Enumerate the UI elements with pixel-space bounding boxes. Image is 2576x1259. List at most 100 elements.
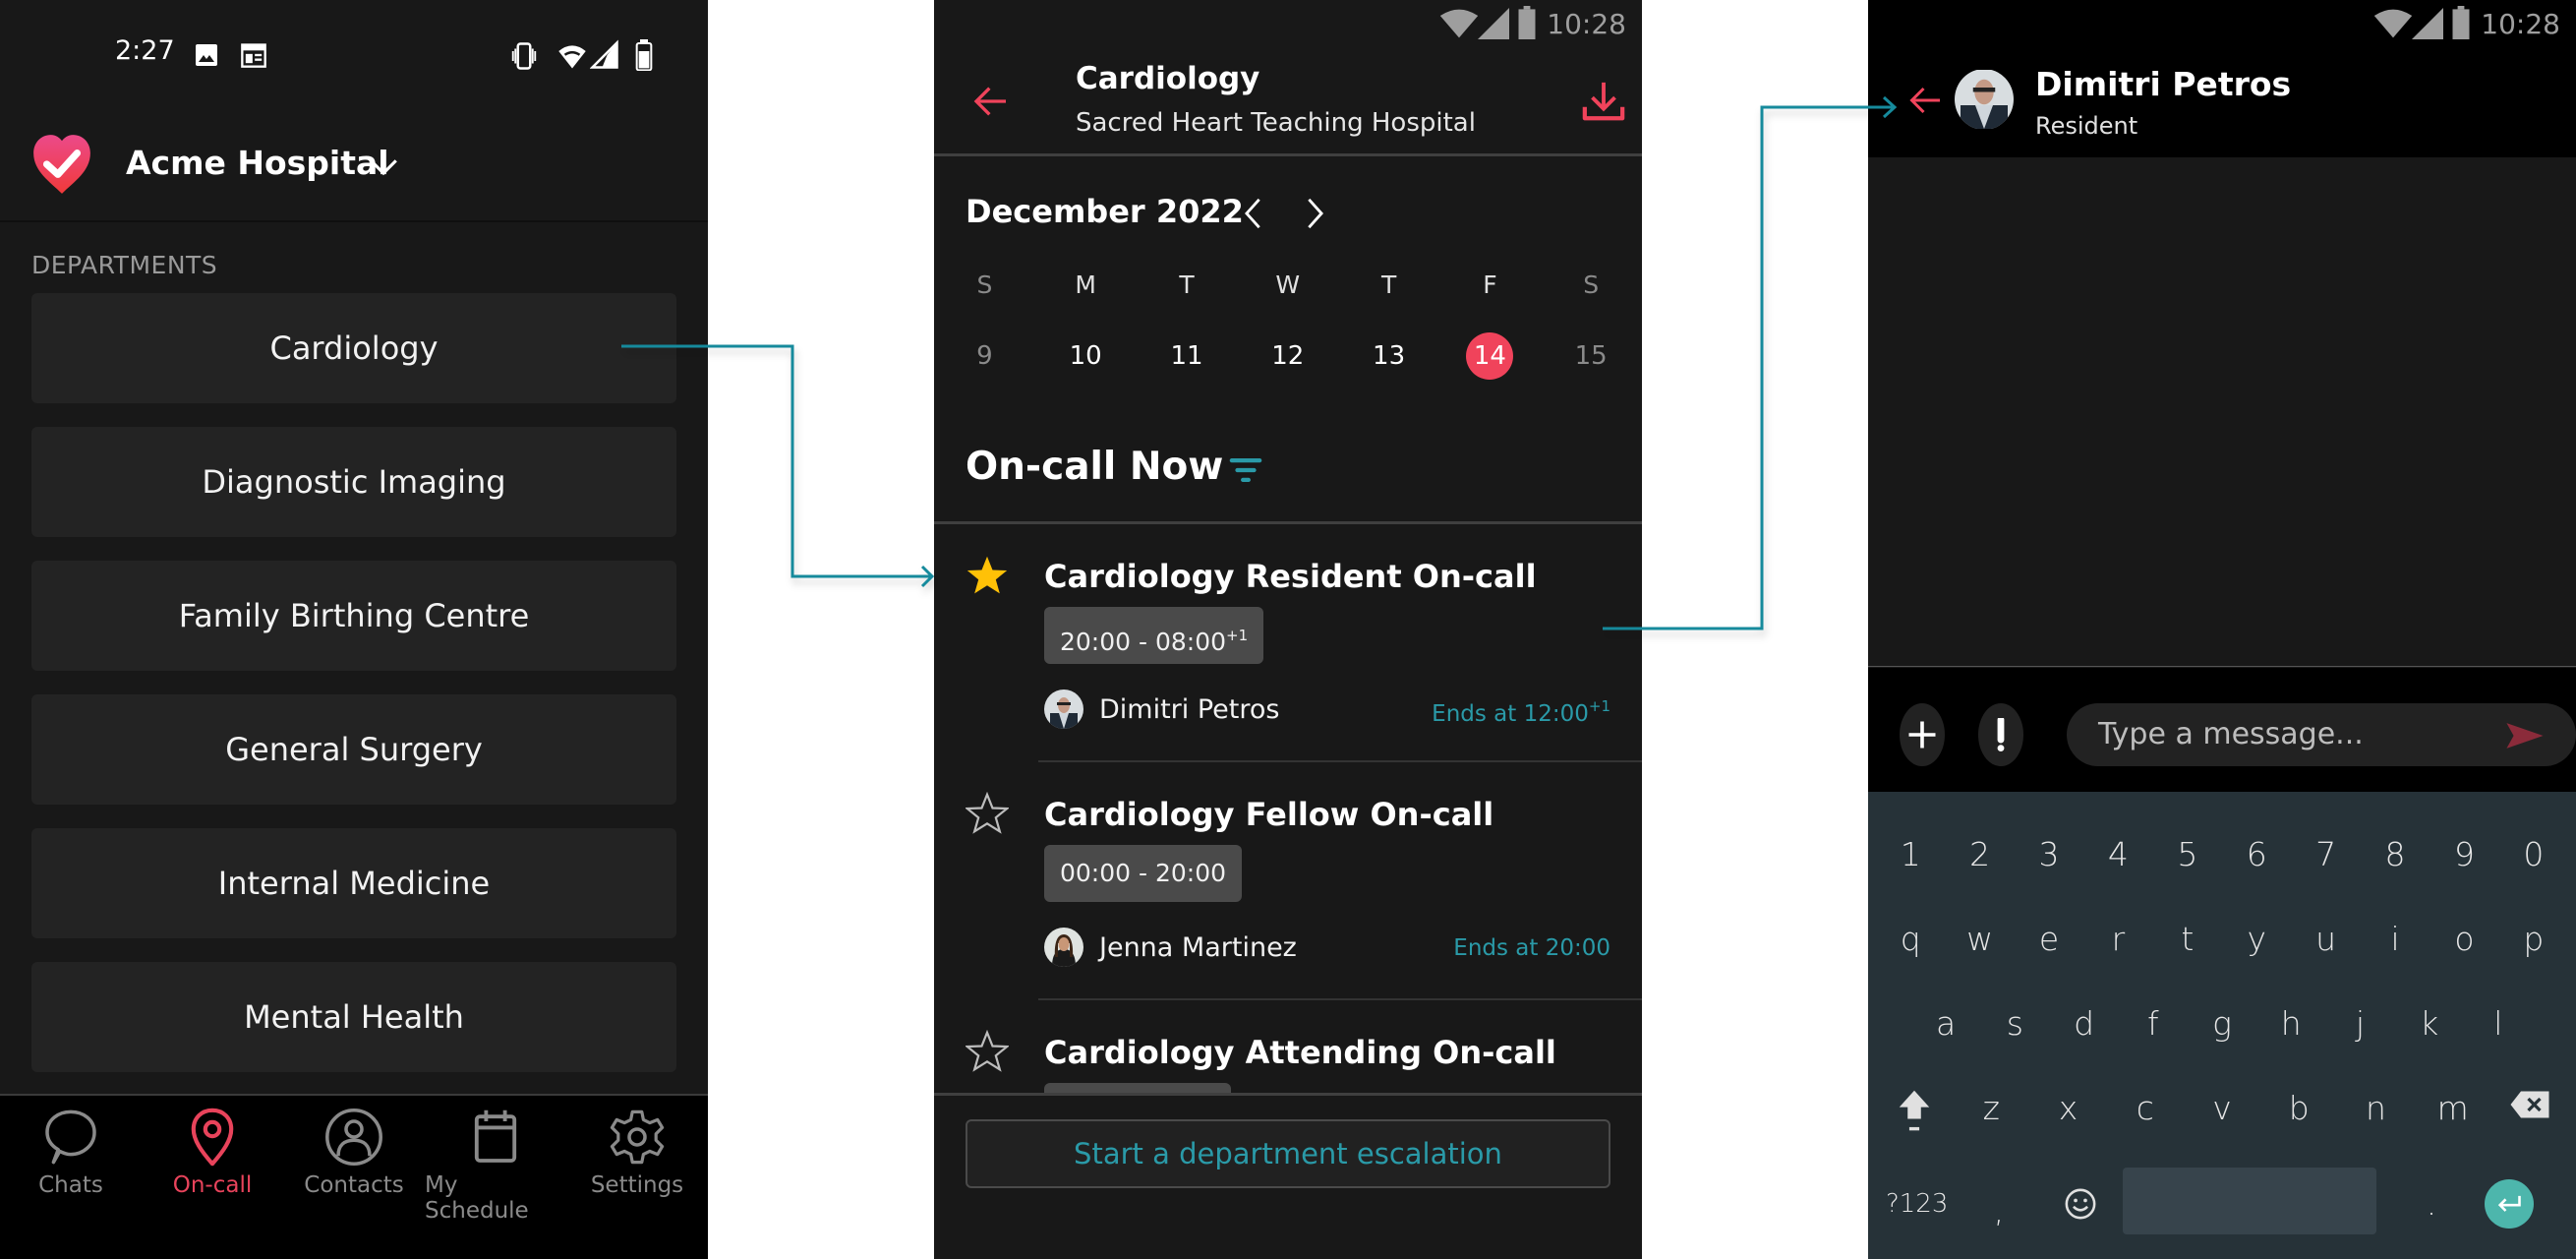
key-7[interactable]: 7 [2291, 835, 2360, 873]
key-3[interactable]: 3 [2015, 835, 2083, 873]
key-s[interactable]: s [1980, 1004, 2049, 1043]
battery-icon [635, 39, 653, 71]
key-o[interactable]: o [2430, 920, 2498, 958]
send-icon[interactable] [2505, 721, 2545, 750]
key-w[interactable]: w [1945, 920, 2014, 958]
departments-list: Cardiology Diagnostic Imaging Family Bir… [31, 293, 676, 1096]
key-0[interactable]: 0 [2499, 835, 2568, 873]
department-item-family-birthing-centre[interactable]: Family Birthing Centre [31, 561, 676, 671]
nav-item-settings[interactable]: Settings [566, 1096, 708, 1259]
nav-item-on-call[interactable]: On-call [142, 1096, 283, 1259]
shift-key[interactable] [1876, 1089, 1953, 1140]
key-p[interactable]: p [2499, 920, 2568, 958]
key-m[interactable]: m [2415, 1089, 2491, 1140]
calendar-date[interactable]: 12 [1237, 332, 1338, 380]
oncall-person[interactable]: Dimitri Petros [1044, 688, 1279, 731]
message-area [1868, 157, 2576, 667]
key-9[interactable]: 9 [2430, 835, 2498, 873]
key-v[interactable]: v [2184, 1089, 2260, 1140]
urgent-button[interactable] [1978, 703, 2023, 766]
calendar-date[interactable]: 15 [1541, 332, 1642, 380]
calendar-date[interactable]: 13 [1338, 332, 1439, 380]
oncall-role-row[interactable]: Cardiology Resident On-call 20:00 - 08:0… [934, 524, 1642, 762]
key-l[interactable]: l [2464, 1004, 2533, 1043]
key-2[interactable]: 2 [1945, 835, 2014, 873]
department-item-cardiology[interactable]: Cardiology [31, 293, 676, 403]
key-h[interactable]: h [2256, 1004, 2325, 1043]
key-x[interactable]: x [2029, 1089, 2106, 1140]
backspace-icon [2510, 1091, 2549, 1118]
nav-item-my-schedule[interactable]: My Schedule [425, 1096, 566, 1259]
filter-icon[interactable] [1229, 455, 1262, 485]
key-n[interactable]: n [2337, 1089, 2414, 1140]
emoji-key[interactable] [2040, 1179, 2122, 1242]
key-4[interactable]: 4 [2083, 835, 2152, 873]
calendar-date[interactable]: 9 [934, 332, 1035, 380]
chevron-down-icon[interactable] [367, 151, 400, 181]
calendar-date[interactable]: 11 [1137, 332, 1238, 380]
calendar-icon [474, 1109, 517, 1163]
enter-key[interactable] [2485, 1179, 2534, 1229]
keyboard-row-numbers: 1234567890 [1868, 835, 2576, 873]
key-e[interactable]: e [2015, 920, 2083, 958]
battery-icon [1518, 6, 1536, 39]
shift-time: 20:00 - 08:00 [1060, 628, 1227, 656]
space-key[interactable] [2123, 1168, 2376, 1234]
key-b[interactable]: b [2260, 1089, 2337, 1140]
symbols-key[interactable]: ?123 [1876, 1179, 1958, 1242]
key-1[interactable]: 1 [1876, 835, 1945, 873]
oncall-role-row[interactable]: Cardiology Attending On-call [934, 1000, 1642, 1093]
attach-button[interactable] [1900, 703, 1945, 766]
departments-screen: 2:27 Acme Hospital DEPARTMENTS Cardiolog… [0, 0, 708, 1259]
comma-key[interactable]: , [1958, 1179, 2039, 1242]
department-item-general-surgery[interactable]: General Surgery [31, 694, 676, 805]
star-filled-icon[interactable] [966, 554, 1009, 597]
key-r[interactable]: r [2083, 920, 2152, 958]
key-z[interactable]: z [1953, 1089, 2029, 1140]
key-y[interactable]: y [2222, 920, 2291, 958]
hospital-name[interactable]: Acme Hospital [126, 144, 389, 182]
nav-item-chats[interactable]: Chats [0, 1096, 142, 1259]
calendar-dates: 9 10 11 12 13 14 15 [934, 332, 1642, 380]
key-u[interactable]: u [2291, 920, 2360, 958]
period-key[interactable]: . [2407, 1179, 2456, 1229]
calendar-date[interactable]: 10 [1035, 332, 1137, 380]
department-item-mental-health[interactable]: Mental Health [31, 962, 676, 1072]
key-t[interactable]: t [2153, 920, 2222, 958]
back-arrow-icon[interactable] [969, 82, 1013, 121]
nav-item-contacts[interactable]: Contacts [283, 1096, 425, 1259]
key-c[interactable]: c [2107, 1089, 2184, 1140]
star-outline-icon[interactable] [966, 1030, 1009, 1073]
key-8[interactable]: 8 [2361, 835, 2430, 873]
department-item-diagnostic-imaging[interactable]: Diagnostic Imaging [31, 427, 676, 537]
wifi-icon [2373, 9, 2413, 38]
vibrate-icon [511, 42, 537, 70]
oncall-person[interactable]: Jenna Martinez [1044, 926, 1297, 969]
key-6[interactable]: 6 [2222, 835, 2291, 873]
key-g[interactable]: g [2188, 1004, 2256, 1043]
back-arrow-icon[interactable] [1905, 83, 1945, 118]
download-icon[interactable] [1581, 78, 1626, 125]
battery-icon [2452, 6, 2470, 39]
avatar [1044, 689, 1083, 729]
contact-role: Resident [2035, 112, 2138, 140]
chevron-right-icon[interactable] [1300, 197, 1329, 230]
department-item-internal-medicine[interactable]: Internal Medicine [31, 828, 676, 938]
key-k[interactable]: k [2395, 1004, 2464, 1043]
person-circle-icon [325, 1109, 382, 1166]
message-input[interactable]: Type a message... [2067, 703, 2576, 766]
oncall-role-row[interactable]: Cardiology Fellow On-call 00:00 - 20:00 … [934, 762, 1642, 1000]
key-d[interactable]: d [2049, 1004, 2118, 1043]
key-i[interactable]: i [2361, 920, 2430, 958]
calendar-date-selected[interactable]: 14 [1439, 332, 1541, 380]
key-a[interactable]: a [1911, 1004, 1980, 1043]
chevron-left-icon[interactable] [1239, 197, 1268, 230]
backspace-key[interactable] [2491, 1089, 2568, 1140]
exclamation-icon [1997, 718, 2005, 751]
key-5[interactable]: 5 [2153, 835, 2222, 873]
key-j[interactable]: j [2325, 1004, 2394, 1043]
key-q[interactable]: q [1876, 920, 1945, 958]
key-f[interactable]: f [2119, 1004, 2188, 1043]
start-escalation-button[interactable]: Start a department escalation [966, 1119, 1610, 1188]
star-outline-icon[interactable] [966, 792, 1009, 835]
